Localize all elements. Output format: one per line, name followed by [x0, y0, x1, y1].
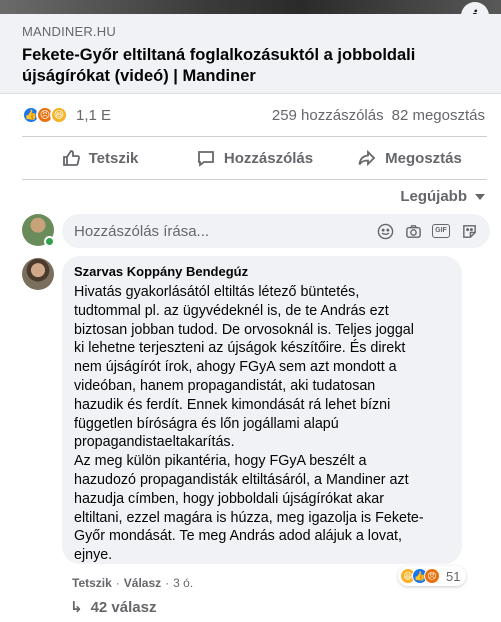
comment-button[interactable]: Hozzászólás: [177, 148, 332, 168]
view-replies-link[interactable]: ↳ 42 válasz: [70, 598, 157, 617]
link-source: MANDINER.HU: [22, 24, 116, 39]
comment-time[interactable]: 3 ó.: [173, 576, 193, 590]
comment-composer: GIF: [62, 214, 490, 248]
like-button-label: Tetszik: [88, 149, 139, 167]
emoji-icon[interactable]: [376, 222, 394, 240]
reaction-count[interactable]: 1,1 E: [76, 107, 111, 124]
sort-label: Legújabb: [400, 188, 467, 205]
sort-dropdown[interactable]: Legújabb: [400, 188, 485, 205]
action-bar: Tetszik Hozzászólás Megosztás: [22, 136, 487, 180]
meta-separator: ·: [115, 576, 120, 590]
share-icon: [358, 149, 376, 167]
comment-icon: [197, 151, 214, 167]
meta-separator: ·: [165, 576, 170, 590]
comment-reply-link[interactable]: Válasz: [124, 576, 161, 590]
post-image-strip[interactable]: [0, 0, 501, 14]
sticker-icon[interactable]: [460, 222, 478, 240]
comment-count[interactable]: 259 hozzászólás: [272, 107, 384, 124]
caret-down-icon: [475, 193, 485, 200]
comment-text: Hivatás gyakorlásától eltiltás létező bü…: [74, 284, 424, 564]
online-status-dot: [44, 236, 55, 247]
comment-reaction-count: 51: [446, 568, 461, 584]
gif-icon[interactable]: GIF: [432, 222, 450, 240]
comment-input[interactable]: [74, 222, 366, 240]
share-count[interactable]: 82 megosztás: [392, 107, 485, 124]
replies-label: 42 válasz: [90, 598, 157, 616]
like-button[interactable]: Tetszik: [22, 148, 177, 168]
share-button[interactable]: Megosztás: [332, 148, 487, 168]
comment-reactions[interactable]: 😆 👍 😠 51: [398, 566, 467, 586]
comment-author[interactable]: Szarvas Koppány Bendegúz: [74, 264, 450, 279]
comment-bubble: Szarvas Koppány Bendegúz Hivatás gyakorl…: [62, 256, 462, 564]
link-preview[interactable]: MANDINER.HU Fekete-Győr eltiltaná foglal…: [0, 14, 501, 94]
angry-reaction-icon: 😠: [424, 568, 440, 584]
comment-button-label: Hozzászólás: [223, 149, 314, 167]
commenter-avatar[interactable]: [22, 258, 54, 290]
link-title[interactable]: Fekete-Győr eltiltaná foglalkozásuktól a…: [22, 45, 462, 87]
reaction-icons[interactable]: 👍 😠 😆: [22, 106, 68, 124]
camera-icon[interactable]: [404, 222, 422, 240]
post-stats: 👍 😠 😆 1,1 E 259 hozzászólás 82 megosztás: [0, 94, 501, 136]
comment-meta: Tetszik · Válasz · 3 ó.: [72, 576, 193, 590]
haha-reaction-icon: 😆: [50, 106, 68, 124]
thumbs-up-icon: [62, 150, 80, 166]
comment-like-link[interactable]: Tetszik: [72, 576, 112, 590]
reply-arrow-icon: ↳: [70, 599, 83, 616]
share-button-label: Megosztás: [385, 149, 462, 167]
